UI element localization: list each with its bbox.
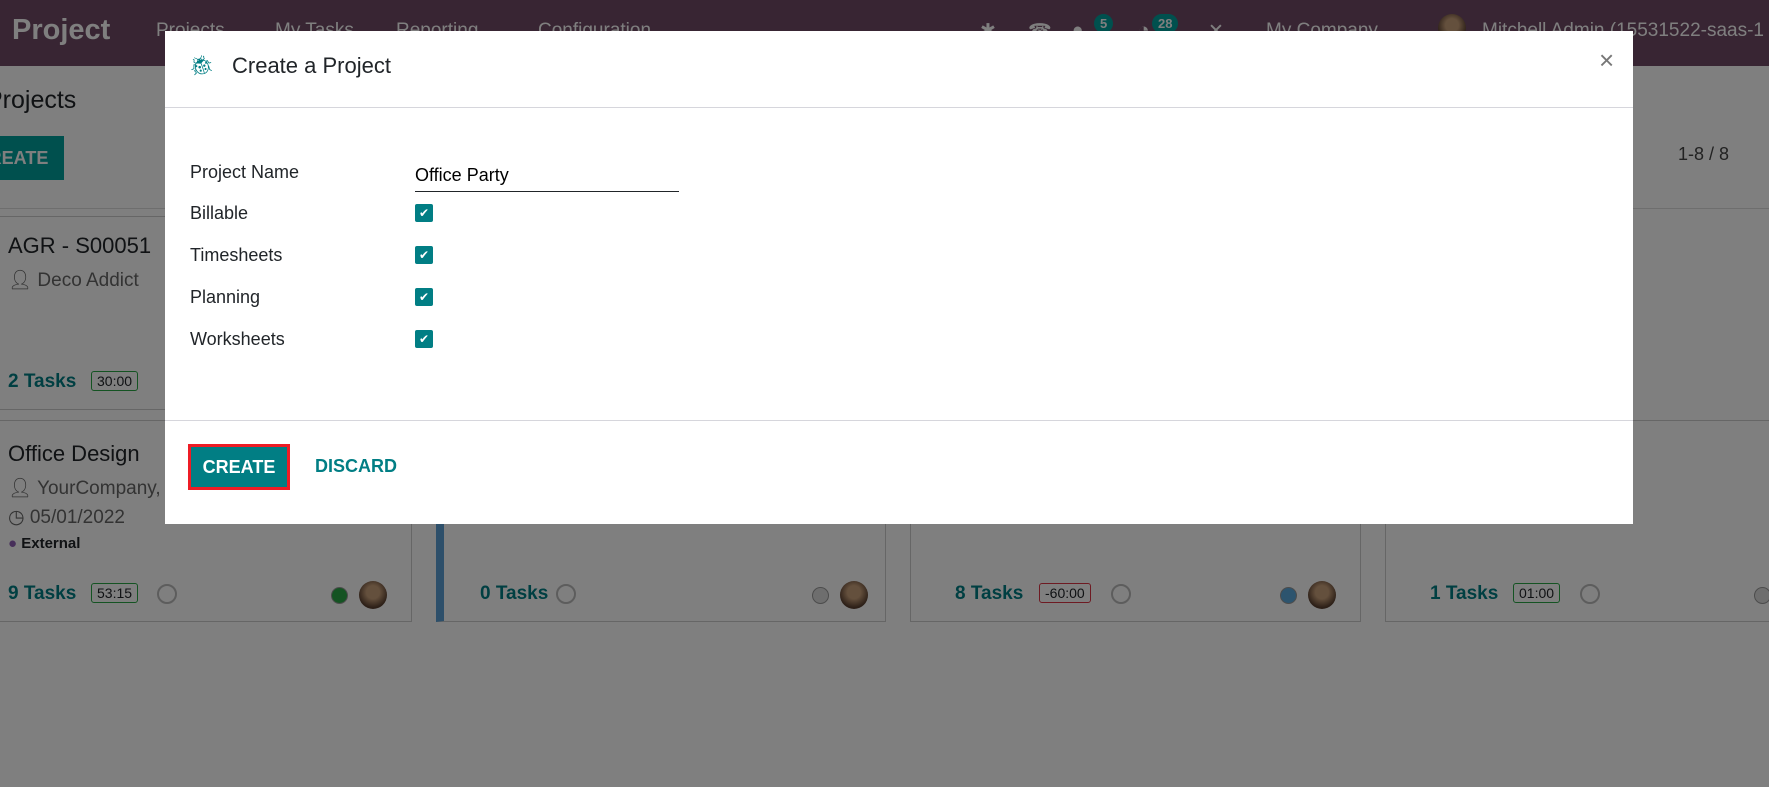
close-icon[interactable]: × xyxy=(1599,45,1614,76)
planning-checkbox[interactable]: ✔ xyxy=(415,288,433,306)
planning-label: Planning xyxy=(190,287,261,307)
timesheets-checkbox[interactable]: ✔ xyxy=(415,246,433,264)
worksheets-checkbox[interactable]: ✔ xyxy=(415,330,433,348)
dialog-title: Create a Project xyxy=(232,53,391,78)
billable-checkbox[interactable]: ✔ xyxy=(415,204,433,222)
bug-icon: 🐞︎ xyxy=(189,55,215,77)
worksheets-label: Worksheets xyxy=(190,329,285,349)
discard-button[interactable]: DISCARD xyxy=(315,456,397,477)
divider xyxy=(165,107,1633,108)
project-name-input[interactable] xyxy=(415,159,679,192)
create-button[interactable]: CREATE xyxy=(188,444,290,490)
create-project-dialog: 🐞︎ Create a Project × Project Name Billa… xyxy=(165,31,1633,524)
timesheets-label: Timesheets xyxy=(190,245,283,265)
billable-label: Billable xyxy=(190,203,249,223)
divider xyxy=(165,420,1633,421)
project-name-label: Project Name xyxy=(190,162,300,182)
